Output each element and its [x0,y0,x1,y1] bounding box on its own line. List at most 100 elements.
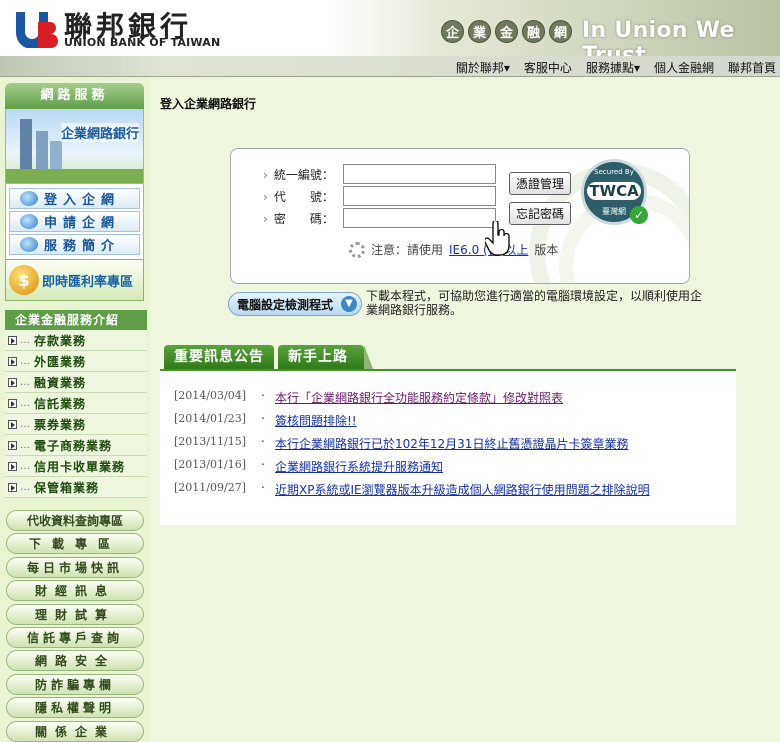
net-service-title: 網路服務 [5,83,144,109]
biz-item-label: 信用卡收單業務 [34,459,126,474]
bank-name-en: UNION BANK OF TAIWAN [64,36,221,49]
biz-item-label: 外匯業務 [34,354,87,369]
biz-item-safe-deposit[interactable]: … 保管箱業務 [5,477,147,498]
list-item: [2011/09/27] ‧ 近期XP系統或IE瀏覽器版本升級造成個人網路銀行使用問… [174,481,650,498]
pill-net-security[interactable]: 網路安全 [6,650,144,672]
news-date: [2013/11/15] [174,435,246,448]
pill-downloads[interactable]: 下載專區 [6,533,144,555]
biz-item-label: 信託業務 [34,396,87,411]
union-bank-logo-icon[interactable] [12,8,62,48]
globe-icon [20,214,38,229]
password-input[interactable] [343,208,496,228]
password-row: › 密 碼： [263,208,496,228]
badge-char: 業 [468,20,491,43]
badge-char: 融 [522,20,545,43]
biz-item-card-acquiring[interactable]: … 信用卡收單業務 [5,456,147,477]
apply-ebank-button[interactable]: 申請企網 [9,211,140,232]
fx-rate-link[interactable]: $ 即時匯利率專區 [5,259,144,301]
biz-item-financing[interactable]: … 融資業務 [5,372,147,393]
pill-trust-query[interactable]: 信託專戶查詢 [6,626,144,648]
slogan: In Union We Trust [582,18,735,56]
pill-collection-query[interactable]: 代收資料查詢專區 [6,510,144,531]
list-item: [2013/01/16] ‧ 企業網路銀行系統提升服務通知 [174,458,444,475]
twca-seal-icon[interactable]: Secured By TWCA 臺灣網 ✓ [581,159,648,225]
gear-icon [349,241,365,258]
login-ebank-button[interactable]: 登入企網 [9,188,140,209]
news-link[interactable]: 簽核問題排除!! [275,412,357,429]
news-date: [2011/09/27] [174,481,246,494]
pc-check-description: 下載本程式，可協助您進行適當的電腦環境設定，以順利使用企業網路銀行服務。 [366,289,703,317]
pill-anti-fraud[interactable]: 防詐騙專欄 [6,673,144,695]
nav-customer-service[interactable]: 客服中心 [524,59,572,76]
expand-icon [8,419,17,429]
service-buttons: 登入企網 申請企網 服務簡介 [5,183,144,260]
badge-char: 網 [549,20,572,43]
news-tabs: 重要訊息公告 新手上路 [164,345,373,369]
badge-char: 金 [495,20,518,43]
tax-id-input[interactable] [343,164,496,184]
list-item: [2014/03/04] ‧ 本行「企業網路銀行全功能服務約定條款」修改對照表 [174,389,564,406]
news-date: [2014/03/04] [174,389,246,402]
pill-finance-news[interactable]: 財經訊息 [6,580,144,602]
banner-title: 企業網路銀行 [60,123,139,142]
biz-item-forex[interactable]: … 外匯業務 [5,351,147,372]
service-intro-button[interactable]: 服務簡介 [9,234,140,255]
biz-item-label: 保管箱業務 [34,480,100,495]
quick-links: 代收資料查詢專區 下載專區 每日市場快訊 財經訊息 理財試算 信託專戶查詢 網路… [6,510,144,742]
password-label: › 密 碼： [263,211,334,226]
page-title: 登入企業網路銀行 [160,97,257,111]
nav-personal-banking[interactable]: 個人金融網 [654,59,714,76]
news-link[interactable]: 本行「企業網路銀行全功能服務約定條款」修改對照表 [275,389,563,406]
note-suffix: 版本 [534,243,559,257]
list-item: [2014/01/23] ‧ 簽核問題排除!! [174,412,357,429]
building-graphic [20,119,32,175]
dollar-coin-icon: $ [9,265,39,295]
pill-affiliates[interactable]: 關係企業 [6,720,144,742]
main-content: 登入企業網路銀行 › 統一編號： › 代 號： › 密 碼： 憑證管理 忘記密碼 Se… [150,77,780,742]
pc-check-program-button[interactable]: 電腦設定檢測程式 ▼ [228,292,362,316]
biz-item-trust[interactable]: … 信託業務 [5,393,147,414]
news-date: [2013/01/16] [174,458,246,471]
pill-privacy[interactable]: 隱私權聲明 [6,697,144,719]
pill-calculator[interactable]: 理財試算 [6,603,144,625]
news-list: [2014/03/04] ‧ 本行「企業網路銀行全功能服務約定條款」修改對照表 [2… [160,369,736,525]
tax-id-row: › 統一編號： [263,164,496,184]
globe-icon [20,237,38,252]
certificate-management-button[interactable]: 憑證管理 [509,172,571,195]
pill-market-news[interactable]: 每日市場快訊 [6,556,144,578]
nav-home[interactable]: 聯邦首頁 [728,59,776,76]
download-arrow-icon: ▼ [341,296,357,312]
expand-icon [8,356,17,366]
news-link[interactable]: 本行企業網路銀行已於102年12月31日終止舊憑證晶片卡簽章業務 [275,435,628,452]
seal-mid-text: TWCA [587,182,641,200]
browser-note: 注意：請使用IE6.0 (含)以上版本 [349,241,558,258]
button-label: 服務簡介 [44,239,121,254]
grass-graphic [6,169,143,183]
expand-icon [8,398,17,408]
tab-getting-started[interactable]: 新手上路 [278,345,373,369]
biz-item-label: 電子商務業務 [34,438,113,453]
expand-icon [8,482,17,492]
biz-item-deposit[interactable]: … 存款業務 [5,330,147,351]
user-code-input[interactable] [343,186,496,206]
nav-branches[interactable]: 服務據點▾ [586,59,640,76]
news-link[interactable]: 企業網路銀行系統提升服務通知 [275,458,443,475]
news-link[interactable]: 近期XP系統或IE瀏覽器版本升級造成個人網路銀行使用問題之排除說明 [275,481,650,498]
seal-top-text: Secured By [594,168,634,176]
nav-about[interactable]: 關於聯邦▾ [456,59,510,76]
header: 聯邦銀行 UNION BANK OF TAIWAN 企 業 金 融 網 In U… [0,0,780,56]
forgot-password-button[interactable]: 忘記密碼 [509,202,571,225]
corporate-banking-badge: 企 業 金 融 網 [441,20,572,43]
user-code-label: › 代 號： [263,189,334,204]
biz-item-ecommerce[interactable]: … 電子商務業務 [5,435,147,456]
biz-item-label: 票券業務 [34,417,87,432]
biz-item-label: 存款業務 [34,333,87,348]
seal-bottom-text: 臺灣網 [602,207,626,216]
note-prefix: 注意：請使用 [371,243,444,257]
biz-services-title: 企業金融服務介紹 [5,310,147,330]
login-panel: › 統一編號： › 代 號： › 密 碼： 憑證管理 忘記密碼 Secured By … [230,148,690,284]
check-icon: ✓ [630,206,648,224]
tab-important-notices[interactable]: 重要訊息公告 [164,345,274,369]
pc-check-label: 電腦設定檢測程式 [237,297,334,312]
biz-item-bills[interactable]: … 票券業務 [5,414,147,435]
